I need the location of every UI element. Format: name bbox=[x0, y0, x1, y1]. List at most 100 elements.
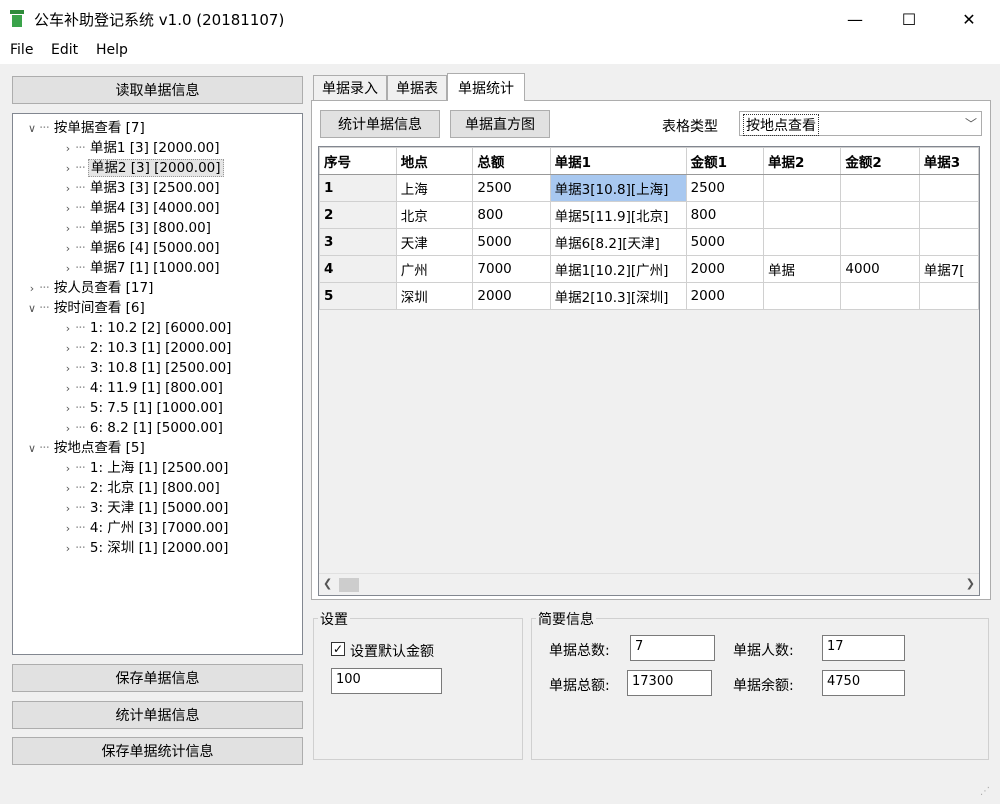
chevron-right-icon[interactable]: › bbox=[61, 380, 75, 398]
table-cell[interactable] bbox=[840, 174, 920, 202]
chevron-right-icon[interactable]: › bbox=[61, 420, 75, 438]
default-amount-checkbox[interactable]: ✓ bbox=[331, 642, 345, 656]
table-cell[interactable]: 单据1[10.2][广州] bbox=[549, 255, 687, 283]
tree-item[interactable]: › ··· 单据3 [3] [2500.00] bbox=[61, 179, 222, 198]
row-header[interactable]: 5 bbox=[319, 282, 397, 310]
chevron-right-icon[interactable]: › bbox=[61, 320, 75, 338]
minimize-button[interactable]: — bbox=[832, 0, 878, 38]
row-header[interactable]: 4 bbox=[319, 255, 397, 283]
table-cell[interactable]: 5000 bbox=[685, 228, 764, 256]
chevron-right-icon[interactable]: › bbox=[61, 500, 75, 518]
column-header[interactable]: 金额1 bbox=[685, 147, 764, 175]
table-cell[interactable]: 2500 bbox=[472, 174, 551, 202]
table-type-select[interactable]: 按地点查看 ﹀ bbox=[739, 111, 982, 136]
table-cell[interactable]: 2000 bbox=[472, 282, 551, 310]
row-header[interactable]: 2 bbox=[319, 201, 397, 229]
tree-item[interactable]: › ··· 4: 广州 [3] [7000.00] bbox=[61, 519, 230, 538]
table-cell[interactable]: 单据 bbox=[762, 255, 842, 283]
table-cell[interactable]: 7000 bbox=[472, 255, 551, 283]
table-row[interactable]: 1 上海 2500 单据3[10.8][上海] 2500 bbox=[319, 174, 979, 202]
table-cell[interactable]: 单据6[8.2][天津] bbox=[549, 228, 687, 256]
stats-grid[interactable]: 序号 地点 总额 单据1 金额1 单据2 金额2 单据3 1 上海 2500 单据3[10.8][上… bbox=[318, 146, 980, 596]
tree-item[interactable]: › ··· 3: 10.8 [1] [2500.00] bbox=[61, 359, 233, 378]
chevron-right-icon[interactable]: › bbox=[61, 360, 75, 378]
table-cell[interactable] bbox=[918, 282, 979, 310]
column-header[interactable]: 总额 bbox=[472, 147, 551, 175]
row-header[interactable]: 3 bbox=[319, 228, 397, 256]
column-header[interactable]: 单据1 bbox=[549, 147, 687, 175]
tree-item[interactable]: › ··· 单据7 [1] [1000.00] bbox=[61, 259, 222, 278]
scroll-thumb[interactable] bbox=[339, 578, 359, 592]
chevron-right-icon[interactable]: › bbox=[61, 160, 75, 178]
table-cell[interactable]: 深圳 bbox=[395, 282, 474, 310]
tree-item[interactable]: › ··· 5: 深圳 [1] [2000.00] bbox=[61, 539, 230, 558]
table-cell[interactable] bbox=[762, 201, 842, 229]
close-button[interactable]: ✕ bbox=[946, 0, 992, 38]
horizontal-scrollbar[interactable]: ❮ ❯ bbox=[319, 573, 979, 595]
table-cell[interactable] bbox=[840, 201, 920, 229]
tree-item[interactable]: › ··· 单据4 [3] [4000.00] bbox=[61, 199, 222, 218]
table-cell[interactable]: 广州 bbox=[395, 255, 474, 283]
table-cell[interactable]: 2000 bbox=[685, 255, 764, 283]
table-cell[interactable]: 单据7[ bbox=[918, 255, 979, 283]
row-header[interactable]: 1 bbox=[319, 174, 397, 202]
balance-field[interactable]: 4750 bbox=[822, 670, 905, 696]
save-records-button[interactable]: 保存单据信息 bbox=[12, 664, 303, 692]
table-cell[interactable] bbox=[840, 282, 920, 310]
table-cell[interactable] bbox=[918, 174, 979, 202]
table-cell[interactable]: 800 bbox=[685, 201, 764, 229]
total-count-field[interactable]: 7 bbox=[630, 635, 715, 661]
save-stats-button[interactable]: 保存单据统计信息 bbox=[12, 737, 303, 765]
tab-record-table[interactable]: 单据表 bbox=[387, 75, 447, 100]
table-cell[interactable]: 天津 bbox=[395, 228, 474, 256]
chevron-right-icon[interactable]: › bbox=[61, 240, 75, 258]
tree-item[interactable]: › ··· 3: 天津 [1] [5000.00] bbox=[61, 499, 230, 518]
table-cell[interactable]: 2500 bbox=[685, 174, 764, 202]
chevron-right-icon[interactable]: › bbox=[61, 520, 75, 538]
table-row[interactable]: 3 天津 5000 单据6[8.2][天津] 5000 bbox=[319, 228, 979, 256]
chevron-right-icon[interactable]: › bbox=[61, 340, 75, 358]
table-cell[interactable]: 单据5[11.9][北京] bbox=[549, 201, 687, 229]
chevron-down-icon[interactable]: ∨ bbox=[25, 440, 39, 458]
tree-item[interactable]: › ··· 2: 10.3 [1] [2000.00] bbox=[61, 339, 233, 358]
chevron-right-icon[interactable]: › bbox=[61, 460, 75, 478]
tree-item[interactable]: › ··· 6: 8.2 [1] [5000.00] bbox=[61, 419, 225, 438]
chevron-right-icon[interactable]: › bbox=[61, 540, 75, 558]
stats-records-button[interactable]: 统计单据信息 bbox=[12, 701, 303, 729]
table-cell[interactable]: 800 bbox=[472, 201, 551, 229]
chevron-right-icon[interactable]: › bbox=[61, 260, 75, 278]
stats-button[interactable]: 统计单据信息 bbox=[320, 110, 440, 138]
default-amount-input[interactable]: 100 bbox=[331, 668, 442, 694]
chevron-right-icon[interactable]: › bbox=[61, 220, 75, 238]
table-cell[interactable] bbox=[762, 282, 842, 310]
tree-item[interactable]: › ··· 5: 7.5 [1] [1000.00] bbox=[61, 399, 225, 418]
table-cell[interactable]: 北京 bbox=[395, 201, 474, 229]
chevron-right-icon[interactable]: › bbox=[25, 280, 39, 298]
table-cell[interactable] bbox=[762, 174, 842, 202]
table-cell[interactable] bbox=[918, 228, 979, 256]
menu-file[interactable]: File bbox=[10, 42, 33, 58]
tree-item[interactable]: › ··· 单据1 [3] [2000.00] bbox=[61, 139, 222, 158]
table-cell[interactable]: 单据2[10.3][深圳] bbox=[549, 282, 687, 310]
table-cell[interactable]: 2000 bbox=[685, 282, 764, 310]
tree-item[interactable]: › ··· 1: 10.2 [2] [6000.00] bbox=[61, 319, 233, 338]
chevron-right-icon[interactable]: › bbox=[61, 200, 75, 218]
table-cell[interactable] bbox=[840, 228, 920, 256]
column-header[interactable]: 金额2 bbox=[840, 147, 920, 175]
tab-record-entry[interactable]: 单据录入 bbox=[313, 75, 387, 100]
tree-item[interactable]: › ··· 2: 北京 [1] [800.00] bbox=[61, 479, 222, 498]
tree-item[interactable]: › ··· 1: 上海 [1] [2500.00] bbox=[61, 459, 230, 478]
column-header[interactable]: 单据2 bbox=[762, 147, 842, 175]
tree-group[interactable]: ∨ ··· 按单据查看 [7] bbox=[25, 119, 147, 138]
table-cell[interactable]: 单据3[10.8][上海] bbox=[549, 174, 687, 202]
table-row[interactable]: 2 北京 800 单据5[11.9][北京] 800 bbox=[319, 201, 979, 229]
column-header[interactable]: 地点 bbox=[395, 147, 474, 175]
tree-item[interactable]: › ··· 4: 11.9 [1] [800.00] bbox=[61, 379, 225, 398]
read-records-button[interactable]: 读取单据信息 bbox=[12, 76, 303, 104]
table-row[interactable]: 5 深圳 2000 单据2[10.3][深圳] 2000 bbox=[319, 282, 979, 310]
people-count-field[interactable]: 17 bbox=[822, 635, 905, 661]
maximize-button[interactable]: ☐ bbox=[886, 0, 932, 38]
total-amount-field[interactable]: 17300 bbox=[627, 670, 712, 696]
table-cell[interactable] bbox=[918, 201, 979, 229]
table-cell[interactable] bbox=[762, 228, 842, 256]
